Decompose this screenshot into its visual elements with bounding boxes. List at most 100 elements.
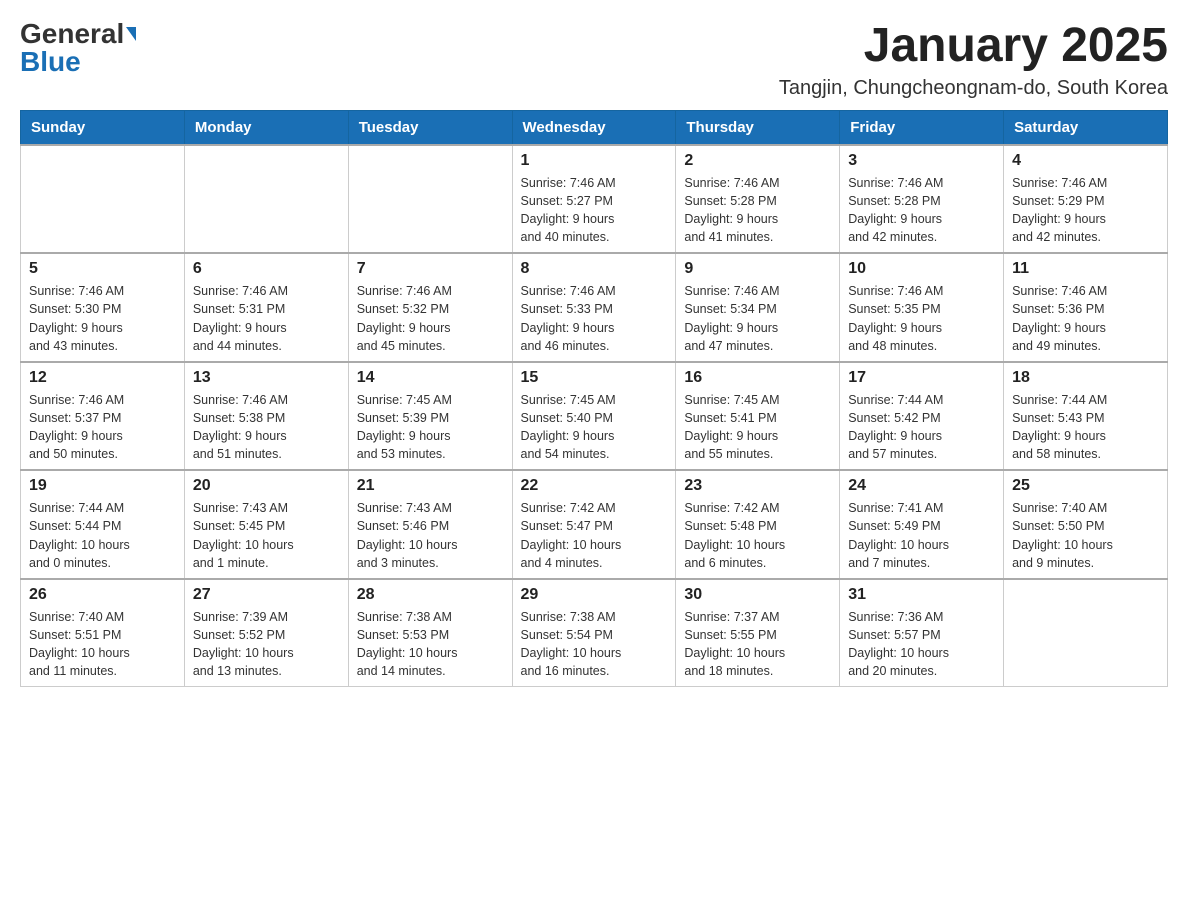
day-info: Sunrise: 7:39 AMSunset: 5:52 PMDaylight:… (193, 608, 340, 681)
day-number: 23 (684, 477, 831, 495)
main-title: January 2025 (779, 20, 1168, 73)
calendar-day-5: 5 Sunrise: 7:46 AMSunset: 5:30 PMDaylight… (21, 253, 185, 362)
day-info: Sunrise: 7:46 AMSunset: 5:34 PMDaylight:… (684, 282, 831, 355)
day-info: Sunrise: 7:44 AMSunset: 5:43 PMDaylight:… (1012, 391, 1159, 464)
day-info: Sunrise: 7:40 AMSunset: 5:51 PMDaylight:… (29, 608, 176, 681)
day-number: 8 (521, 260, 668, 278)
day-number: 9 (684, 260, 831, 278)
calendar-day-9: 9 Sunrise: 7:46 AMSunset: 5:34 PMDaylight… (676, 253, 840, 362)
calendar-day-19: 19 Sunrise: 7:44 AMSunset: 5:44 PMDayligh… (21, 470, 185, 579)
logo-blue-text: Blue (20, 46, 81, 77)
day-number: 5 (29, 260, 176, 278)
subtitle: Tangjin, Chungcheongnam-do, South Korea (779, 77, 1168, 100)
calendar-week-row: 1 Sunrise: 7:46 AMSunset: 5:27 PMDaylight… (21, 145, 1168, 254)
calendar-empty-cell (21, 145, 185, 254)
day-info: Sunrise: 7:46 AMSunset: 5:36 PMDaylight:… (1012, 282, 1159, 355)
calendar-day-29: 29 Sunrise: 7:38 AMSunset: 5:54 PMDayligh… (512, 579, 676, 687)
calendar-day-14: 14 Sunrise: 7:45 AMSunset: 5:39 PMDayligh… (348, 362, 512, 471)
day-number: 2 (684, 152, 831, 170)
day-number: 1 (521, 152, 668, 170)
calendar-day-18: 18 Sunrise: 7:44 AMSunset: 5:43 PMDayligh… (1004, 362, 1168, 471)
day-number: 22 (521, 477, 668, 495)
calendar-week-row: 12 Sunrise: 7:46 AMSunset: 5:37 PMDayligh… (21, 362, 1168, 471)
day-info: Sunrise: 7:46 AMSunset: 5:28 PMDaylight:… (848, 174, 995, 247)
logo-general-text: General (20, 20, 124, 48)
day-number: 16 (684, 369, 831, 387)
day-info: Sunrise: 7:45 AMSunset: 5:39 PMDaylight:… (357, 391, 504, 464)
day-number: 19 (29, 477, 176, 495)
day-info: Sunrise: 7:45 AMSunset: 5:41 PMDaylight:… (684, 391, 831, 464)
day-number: 25 (1012, 477, 1159, 495)
calendar-header-monday: Monday (184, 110, 348, 145)
logo-triangle-icon (126, 27, 136, 41)
day-number: 4 (1012, 152, 1159, 170)
day-info: Sunrise: 7:43 AMSunset: 5:46 PMDaylight:… (357, 499, 504, 572)
calendar-week-row: 26Sunrise: 7:40 AMSunset: 5:51 PMDayligh… (21, 579, 1168, 687)
day-info: Sunrise: 7:46 AMSunset: 5:28 PMDaylight:… (684, 174, 831, 247)
calendar-week-row: 19 Sunrise: 7:44 AMSunset: 5:44 PMDayligh… (21, 470, 1168, 579)
day-info: Sunrise: 7:46 AMSunset: 5:30 PMDaylight:… (29, 282, 176, 355)
day-number: 29 (521, 586, 668, 604)
calendar-day-27: 27 Sunrise: 7:39 AMSunset: 5:52 PMDayligh… (184, 579, 348, 687)
day-info: Sunrise: 7:36 AMSunset: 5:57 PMDaylight:… (848, 608, 995, 681)
calendar-table: SundayMondayTuesdayWednesdayThursdayFrid… (20, 110, 1168, 688)
day-info: Sunrise: 7:38 AMSunset: 5:54 PMDaylight:… (521, 608, 668, 681)
logo: General Blue (20, 20, 136, 76)
calendar-day-10: 10Sunrise: 7:46 AMSunset: 5:35 PMDayligh… (840, 253, 1004, 362)
day-info: Sunrise: 7:37 AMSunset: 5:55 PMDaylight:… (684, 608, 831, 681)
calendar-day-25: 25 Sunrise: 7:40 AMSunset: 5:50 PMDayligh… (1004, 470, 1168, 579)
calendar-day-8: 8 Sunrise: 7:46 AMSunset: 5:33 PMDaylight… (512, 253, 676, 362)
day-number: 6 (193, 260, 340, 278)
day-info: Sunrise: 7:46 AMSunset: 5:27 PMDaylight:… (521, 174, 668, 247)
calendar-day-4: 4 Sunrise: 7:46 AMSunset: 5:29 PMDaylight… (1004, 145, 1168, 254)
day-info: Sunrise: 7:46 AMSunset: 5:37 PMDaylight:… (29, 391, 176, 464)
calendar-empty-cell (184, 145, 348, 254)
calendar-empty-cell (348, 145, 512, 254)
calendar-day-1: 1 Sunrise: 7:46 AMSunset: 5:27 PMDaylight… (512, 145, 676, 254)
calendar-day-23: 23Sunrise: 7:42 AMSunset: 5:48 PMDayligh… (676, 470, 840, 579)
calendar-day-11: 11 Sunrise: 7:46 AMSunset: 5:36 PMDayligh… (1004, 253, 1168, 362)
calendar-day-28: 28 Sunrise: 7:38 AMSunset: 5:53 PMDayligh… (348, 579, 512, 687)
day-number: 17 (848, 369, 995, 387)
day-info: Sunrise: 7:40 AMSunset: 5:50 PMDaylight:… (1012, 499, 1159, 572)
day-number: 7 (357, 260, 504, 278)
calendar-day-12: 12 Sunrise: 7:46 AMSunset: 5:37 PMDayligh… (21, 362, 185, 471)
calendar-header-sunday: Sunday (21, 110, 185, 145)
day-info: Sunrise: 7:44 AMSunset: 5:42 PMDaylight:… (848, 391, 995, 464)
calendar-header-tuesday: Tuesday (348, 110, 512, 145)
day-number: 20 (193, 477, 340, 495)
day-info: Sunrise: 7:41 AMSunset: 5:49 PMDaylight:… (848, 499, 995, 572)
calendar-week-row: 5 Sunrise: 7:46 AMSunset: 5:30 PMDaylight… (21, 253, 1168, 362)
day-info: Sunrise: 7:46 AMSunset: 5:29 PMDaylight:… (1012, 174, 1159, 247)
day-info: Sunrise: 7:44 AMSunset: 5:44 PMDaylight:… (29, 499, 176, 572)
calendar-header-saturday: Saturday (1004, 110, 1168, 145)
title-area: January 2025 Tangjin, Chungcheongnam-do,… (779, 20, 1168, 100)
day-number: 15 (521, 369, 668, 387)
day-info: Sunrise: 7:46 AMSunset: 5:38 PMDaylight:… (193, 391, 340, 464)
day-number: 11 (1012, 260, 1159, 278)
day-number: 28 (357, 586, 504, 604)
calendar-day-7: 7 Sunrise: 7:46 AMSunset: 5:32 PMDaylight… (348, 253, 512, 362)
day-info: Sunrise: 7:46 AMSunset: 5:32 PMDaylight:… (357, 282, 504, 355)
day-info: Sunrise: 7:38 AMSunset: 5:53 PMDaylight:… (357, 608, 504, 681)
calendar-day-6: 6 Sunrise: 7:46 AMSunset: 5:31 PMDaylight… (184, 253, 348, 362)
day-number: 12 (29, 369, 176, 387)
day-info: Sunrise: 7:46 AMSunset: 5:35 PMDaylight:… (848, 282, 995, 355)
calendar-header-wednesday: Wednesday (512, 110, 676, 145)
day-info: Sunrise: 7:43 AMSunset: 5:45 PMDaylight:… (193, 499, 340, 572)
calendar-empty-cell (1004, 579, 1168, 687)
calendar-day-2: 2 Sunrise: 7:46 AMSunset: 5:28 PMDaylight… (676, 145, 840, 254)
day-number: 18 (1012, 369, 1159, 387)
day-number: 14 (357, 369, 504, 387)
calendar-day-20: 20 Sunrise: 7:43 AMSunset: 5:45 PMDayligh… (184, 470, 348, 579)
day-info: Sunrise: 7:46 AMSunset: 5:31 PMDaylight:… (193, 282, 340, 355)
calendar-header-thursday: Thursday (676, 110, 840, 145)
day-number: 24 (848, 477, 995, 495)
day-number: 27 (193, 586, 340, 604)
day-info: Sunrise: 7:45 AMSunset: 5:40 PMDaylight:… (521, 391, 668, 464)
calendar-day-13: 13 Sunrise: 7:46 AMSunset: 5:38 PMDayligh… (184, 362, 348, 471)
calendar-day-15: 15 Sunrise: 7:45 AMSunset: 5:40 PMDayligh… (512, 362, 676, 471)
day-number: 13 (193, 369, 340, 387)
day-info: Sunrise: 7:46 AMSunset: 5:33 PMDaylight:… (521, 282, 668, 355)
calendar-day-30: 30Sunrise: 7:37 AMSunset: 5:55 PMDayligh… (676, 579, 840, 687)
